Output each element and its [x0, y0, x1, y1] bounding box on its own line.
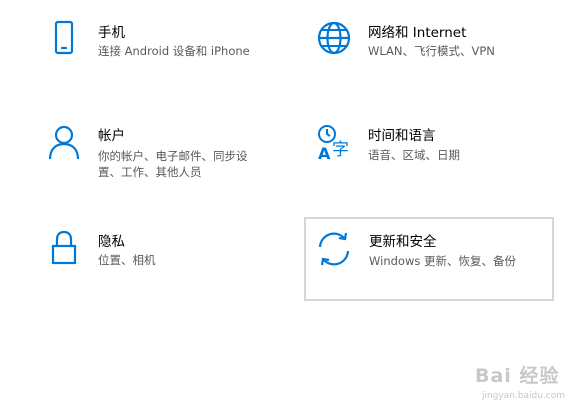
- time-language-icon: A 字: [314, 122, 354, 162]
- tile-title: 手机: [98, 25, 125, 41]
- person-icon: [44, 122, 84, 162]
- lock-icon: [44, 228, 84, 268]
- tile-desc: 你的帐户、电子邮件、同步设置、工作、其他人员: [98, 149, 248, 179]
- tile-title: 更新和安全: [369, 234, 437, 250]
- phone-icon: [44, 18, 84, 58]
- tile-privacy[interactable]: 隐私 位置、相机: [40, 222, 280, 292]
- tile-desc: 语音、区域、日期: [368, 148, 460, 162]
- tile-time-language[interactable]: A 字 时间和语言 语音、区域、日期: [308, 118, 554, 188]
- tile-desc: WLAN、飞行模式、VPN: [368, 44, 495, 58]
- tile-title: 隐私: [98, 234, 125, 250]
- globe-icon: [314, 18, 354, 58]
- svg-text:A: A: [318, 144, 331, 162]
- watermark-text: Bai 经验: [475, 365, 560, 387]
- tile-title: 网络和 Internet: [368, 25, 467, 41]
- watermark-url: jingyan.baidu.com: [481, 391, 565, 401]
- tile-desc: 位置、相机: [98, 253, 156, 267]
- tile-desc: 连接 Android 设备和 iPhone: [98, 44, 250, 58]
- tile-desc: Windows 更新、恢复、备份: [369, 254, 516, 268]
- tile-update-security[interactable]: 更新和安全 Windows 更新、恢复、备份: [304, 217, 554, 301]
- tile-network[interactable]: 网络和 Internet WLAN、飞行模式、VPN: [308, 14, 554, 84]
- tile-title: 时间和语言: [368, 128, 436, 144]
- tile-accounts[interactable]: 帐户 你的帐户、电子邮件、同步设置、工作、其他人员: [40, 118, 280, 198]
- sync-icon: [314, 229, 354, 269]
- tile-phone[interactable]: 手机 连接 Android 设备和 iPhone: [40, 14, 280, 84]
- svg-text:字: 字: [332, 140, 349, 160]
- tile-title: 帐户: [98, 128, 125, 144]
- baidu-watermark: Bai 经验 jingyan.baidu.com: [475, 361, 567, 401]
